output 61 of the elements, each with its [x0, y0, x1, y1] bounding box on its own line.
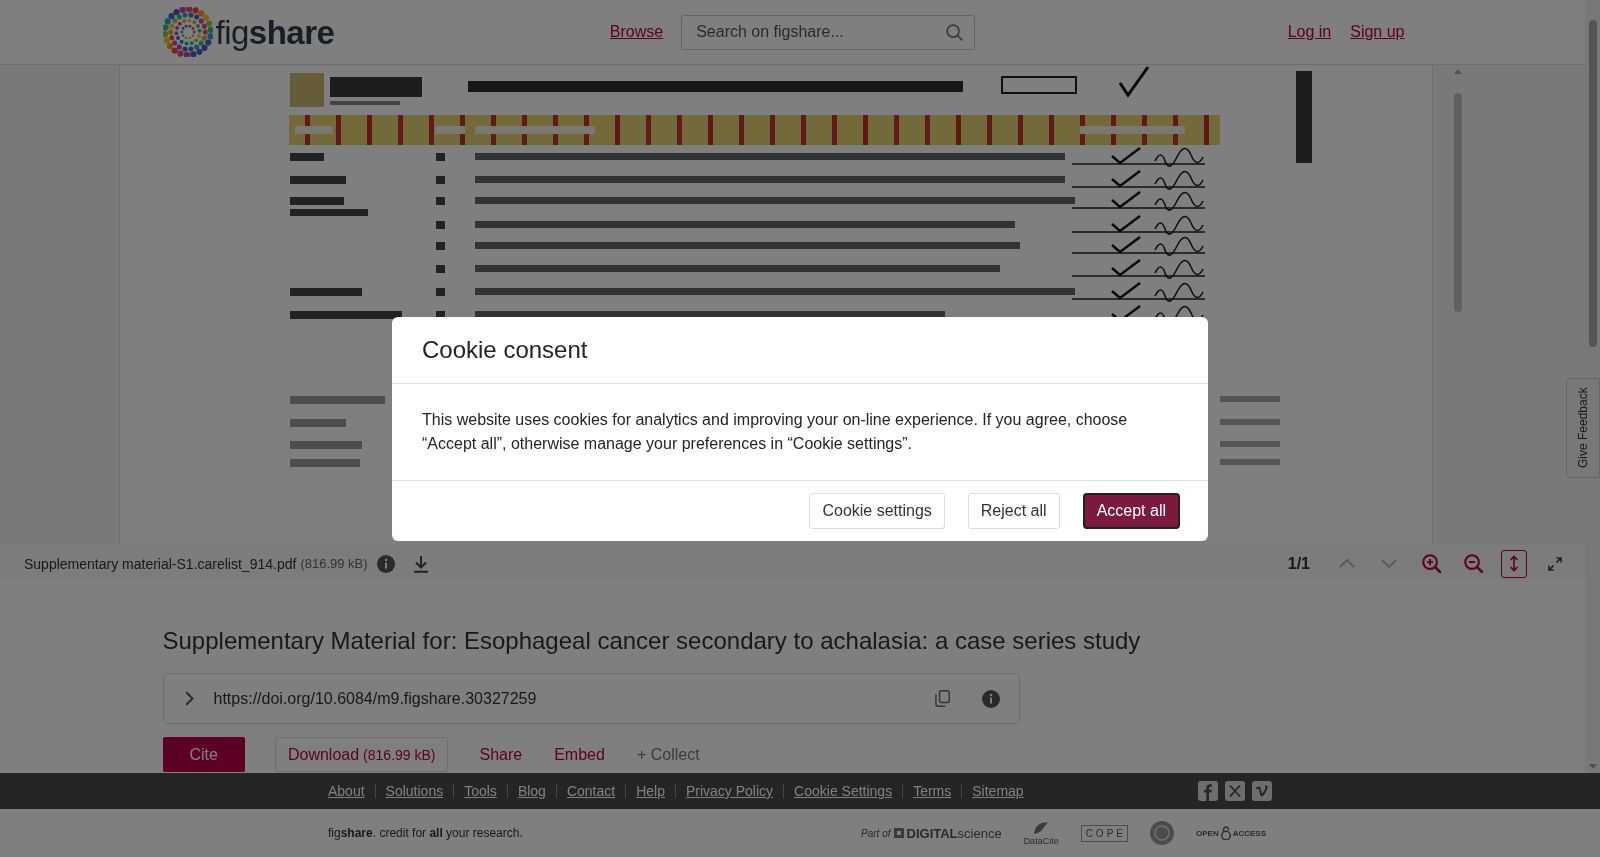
info-icon[interactable]: [376, 554, 395, 573]
footer-link[interactable]: Sitemap: [972, 783, 1024, 799]
file-size: (816.99 kB): [300, 556, 368, 571]
footer-link[interactable]: Blog: [517, 783, 546, 799]
footer-link[interactable]: Terms: [913, 783, 952, 799]
download-button[interactable]: Download (816.99 kB): [274, 737, 449, 772]
scroll-down-arrow-icon[interactable]: [1588, 764, 1597, 769]
zoom-in-icon: [1421, 554, 1441, 573]
dialog-button[interactable]: Reject all: [967, 492, 1060, 529]
footer-link[interactable]: Tools: [464, 783, 497, 799]
vertical-arrows-icon: [1509, 555, 1519, 572]
partner-logo-link[interactable]: DataCite: [1023, 820, 1059, 846]
action-link[interactable]: Share: [478, 737, 524, 772]
item-title: Supplementary Material for: Esophageal cancer secondary to achalasia: a case series study: [162, 626, 1141, 656]
footer-link[interactable]: Solutions: [385, 783, 444, 799]
file-name: Supplementary material-S1.carelist_914.pdf: [24, 555, 297, 572]
info-icon[interactable]: [981, 689, 1000, 708]
facebook-icon[interactable]: [1198, 781, 1218, 801]
footer-tagline: figshare. credit for all your research.: [328, 826, 523, 840]
footer-link[interactable]: About: [328, 783, 365, 799]
footer-link[interactable]: Cookie Settings: [794, 783, 893, 799]
partner-logo-link[interactable]: OPEN ACCESS: [1196, 826, 1266, 840]
partner-logo-link[interactable]: Part of DIGITALscience: [861, 825, 1002, 841]
site-logo[interactable]: figshare: [162, 7, 335, 57]
zoom-out-icon: [1463, 554, 1483, 573]
round-seal-icon[interactable]: [1150, 821, 1174, 845]
auth-link[interactable]: Sign up: [1350, 23, 1405, 41]
browse-link[interactable]: Browse: [609, 23, 664, 41]
doi-link[interactable]: https://doi.org/10.6084/m9.figshare.30327259: [213, 689, 537, 708]
leaf-shape-icon: [1033, 820, 1050, 835]
download-icon[interactable]: [412, 554, 429, 573]
footer-link[interactable]: Contact: [566, 783, 616, 799]
search-field[interactable]: Search on figshare...: [681, 14, 976, 50]
accept-button[interactable]: Accept all: [1082, 492, 1180, 529]
feedback-tab[interactable]: Give Feedback: [1566, 378, 1600, 478]
cite-button[interactable]: Cite: [162, 737, 245, 772]
footer-link[interactable]: Help: [636, 783, 665, 799]
x-logo-icon[interactable]: [1225, 781, 1245, 801]
dialog-message: This website uses cookies for analytics and improving your on-line experience. If you agree, choose “Accept all”, otherwise manage your preferences in “Cookie settings”.: [422, 409, 1129, 454]
page-indicator: 1/1: [1287, 554, 1310, 573]
copy-icon[interactable]: [934, 690, 950, 707]
vimeo-icon[interactable]: [1252, 781, 1272, 801]
dialog-title: Cookie consent: [422, 335, 588, 364]
search-icon[interactable]: [946, 23, 964, 41]
chevron-up-icon: [1339, 559, 1355, 568]
partner-logo-link[interactable]: COPE: [1080, 824, 1128, 842]
dotted-swirl-icon: [162, 7, 213, 57]
auth-link[interactable]: Log in: [1287, 23, 1332, 41]
expand-arrows-icon: [1548, 556, 1562, 571]
collect-link[interactable]: + Collect: [635, 737, 701, 772]
fit-height-button[interactable]: [1501, 549, 1527, 578]
padlock-icon: [1220, 826, 1231, 840]
scrollbar-thumb[interactable]: [1453, 93, 1462, 312]
chevron-down-icon: [1381, 559, 1397, 568]
footer-link[interactable]: Privacy Policy: [685, 783, 774, 799]
square-in-square-icon: [893, 828, 904, 838]
scroll-up-arrow-icon[interactable]: [1453, 69, 1462, 74]
scrollbar-thumb[interactable]: [1588, 20, 1597, 347]
action-link[interactable]: Embed: [553, 737, 606, 772]
dialog-button[interactable]: Cookie settings: [809, 492, 945, 529]
chevron-right-icon[interactable]: [184, 691, 194, 706]
